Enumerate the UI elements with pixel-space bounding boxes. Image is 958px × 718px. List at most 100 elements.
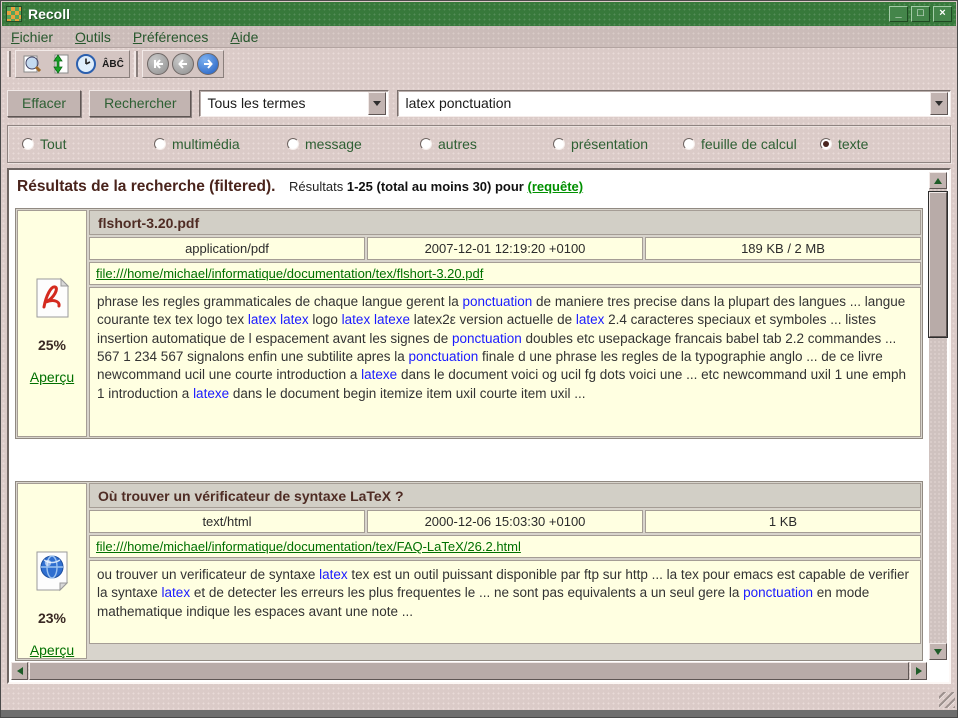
radio-label[interactable]: message bbox=[305, 136, 362, 152]
sort-by-dates-button[interactable] bbox=[74, 52, 98, 76]
result-1-side-panel: 25% Aperçu bbox=[17, 210, 87, 437]
result-meta-row: application/pdf 2007-12-01 12:19:20 +010… bbox=[89, 237, 921, 260]
highlighted-term: latexe bbox=[361, 367, 397, 382]
radio-label[interactable]: texte bbox=[838, 136, 868, 152]
radio-circle-icon[interactable] bbox=[22, 138, 34, 150]
radio-circle-icon[interactable] bbox=[683, 138, 695, 150]
results-title: Résultats de la recherche (filtered). bbox=[17, 178, 275, 195]
highlighted-term: ponctuation bbox=[408, 349, 478, 364]
result-1-detail: flshort-3.20.pdf application/pdf 2007-12… bbox=[89, 210, 921, 437]
radio-circle-icon[interactable] bbox=[287, 138, 299, 150]
result-meta-row: text/html 2000-12-06 15:03:30 +0100 1 KB bbox=[89, 510, 921, 533]
snippet-text: ou trouver un verificateur de syntaxe bbox=[97, 567, 319, 582]
result-mime-type: text/html bbox=[89, 510, 365, 533]
update-index-button[interactable] bbox=[47, 52, 71, 76]
vertical-scroll-thumb[interactable] bbox=[929, 192, 947, 337]
radio-circle-icon[interactable] bbox=[154, 138, 166, 150]
menu-outils[interactable]: Outils bbox=[75, 29, 111, 45]
search-query-input[interactable]: latex ponctuation bbox=[398, 95, 930, 111]
highlighted-term: latex bbox=[319, 567, 348, 582]
scroll-right-button[interactable] bbox=[910, 662, 927, 680]
chevron-down-icon bbox=[373, 101, 381, 106]
horizontal-scrollbar[interactable] bbox=[11, 662, 927, 680]
radio-circle-icon[interactable] bbox=[553, 138, 565, 150]
result-title: Où trouver un vérificateur de syntaxe La… bbox=[89, 483, 921, 508]
filter-radio-tout[interactable]: Tout bbox=[22, 136, 154, 152]
highlighted-term: latex latex bbox=[248, 312, 309, 327]
radio-label[interactable]: multimédia bbox=[172, 136, 240, 152]
vertical-scrollbar[interactable] bbox=[929, 172, 947, 660]
search-button[interactable]: Rechercher bbox=[89, 90, 191, 117]
maximize-button[interactable]: □ bbox=[911, 6, 930, 22]
filter-radio-message[interactable]: message bbox=[287, 136, 420, 152]
radio-circle-icon[interactable] bbox=[420, 138, 432, 150]
result-date: 2007-12-01 12:19:20 +0100 bbox=[367, 237, 643, 260]
highlighted-term: latex latexe bbox=[342, 312, 410, 327]
filter-radio-multimedia[interactable]: multimédia bbox=[154, 136, 287, 152]
result-row-1: 25% Aperçu flshort-3.20.pdf application/… bbox=[15, 208, 923, 439]
advanced-search-button[interactable] bbox=[20, 52, 44, 76]
result-url-link[interactable]: file:///home/michael/informatique/docume… bbox=[96, 539, 521, 554]
snippet-text: latex2ε version actuelle de bbox=[410, 312, 576, 327]
query-history-dropdown-button[interactable] bbox=[930, 92, 948, 115]
scroll-up-button[interactable] bbox=[929, 172, 947, 189]
result-2-detail: Où trouver un vérificateur de syntaxe La… bbox=[89, 483, 921, 659]
query-link[interactable]: (requête) bbox=[527, 179, 583, 194]
scroll-left-button[interactable] bbox=[11, 662, 28, 680]
snippet-text: phrase les regles grammaticales de chaqu… bbox=[97, 294, 462, 309]
window-bottom-frame bbox=[1, 684, 957, 710]
filter-radio-autres[interactable]: autres bbox=[420, 136, 553, 152]
radio-label[interactable]: Tout bbox=[40, 136, 66, 152]
toolbar: ÂBĈ bbox=[1, 48, 957, 80]
first-page-arrow-icon bbox=[152, 58, 165, 70]
toolbar-group-nav bbox=[142, 50, 224, 78]
result-separator bbox=[15, 439, 923, 479]
search-row: Effacer Rechercher Tous les termes latex… bbox=[1, 80, 957, 120]
toolbar-drag-handle[interactable] bbox=[134, 51, 138, 77]
menu-aide[interactable]: Aide bbox=[230, 29, 258, 45]
first-page-button[interactable] bbox=[147, 53, 169, 75]
clear-button[interactable]: Effacer bbox=[7, 90, 81, 117]
search-mode-select[interactable]: Tous les termes bbox=[199, 90, 389, 117]
right-arrow-icon bbox=[202, 58, 214, 70]
pdf-icon bbox=[34, 277, 70, 319]
search-mode-value: Tous les termes bbox=[200, 95, 368, 111]
radio-label[interactable]: feuille de calcul bbox=[701, 136, 797, 152]
highlighted-term: latex bbox=[162, 585, 191, 600]
result-snippet: ou trouver un verificateur de syntaxe la… bbox=[89, 560, 921, 644]
filter-radio-feuille-de-calcul[interactable]: feuille de calcul bbox=[683, 136, 820, 152]
preview-link[interactable]: Aperçu bbox=[30, 642, 74, 658]
radio-label[interactable]: autres bbox=[438, 136, 477, 152]
radio-selected-dot bbox=[823, 141, 829, 147]
horizontal-scroll-thumb[interactable] bbox=[29, 662, 909, 680]
chevron-down-icon bbox=[935, 101, 943, 106]
filter-radio-texte[interactable]: texte bbox=[820, 136, 868, 152]
mode-dropdown-button[interactable] bbox=[368, 92, 386, 115]
window-bottom-edge bbox=[1, 710, 957, 717]
scroll-up-icon bbox=[934, 178, 942, 184]
filter-radio-presentation[interactable]: présentation bbox=[553, 136, 683, 152]
menu-fichier[interactable]: Fichier bbox=[11, 29, 53, 45]
next-page-button[interactable] bbox=[197, 53, 219, 75]
previous-page-button[interactable] bbox=[172, 53, 194, 75]
result-url-row: file:///home/michael/informatique/docume… bbox=[89, 262, 921, 285]
resize-grip[interactable] bbox=[939, 692, 955, 708]
close-button[interactable]: × bbox=[933, 6, 952, 22]
menu-preferences[interactable]: Préférences bbox=[133, 29, 209, 45]
scroll-down-icon bbox=[934, 649, 942, 655]
search-query-combo[interactable]: latex ponctuation bbox=[397, 90, 951, 117]
result-url-link[interactable]: file:///home/michael/informatique/docume… bbox=[96, 266, 483, 281]
term-explorer-button[interactable]: ÂBĈ bbox=[101, 52, 125, 76]
toolbar-drag-handle[interactable] bbox=[7, 51, 11, 77]
minimize-button[interactable]: _ bbox=[889, 6, 908, 22]
radio-label[interactable]: présentation bbox=[571, 136, 648, 152]
snippet-text: et de detecter les erreurs les plus freq… bbox=[190, 585, 743, 600]
scroll-down-button[interactable] bbox=[929, 643, 947, 660]
radio-circle-icon[interactable] bbox=[820, 138, 832, 150]
preview-link[interactable]: Aperçu bbox=[30, 369, 74, 385]
category-filter-panel: Tout multimédia message autres présentation f… bbox=[7, 125, 951, 163]
highlighted-term: ponctuation bbox=[452, 331, 522, 346]
document-magnifier-icon bbox=[21, 53, 43, 75]
html-icon bbox=[34, 550, 70, 592]
scroll-right-icon bbox=[916, 667, 922, 675]
